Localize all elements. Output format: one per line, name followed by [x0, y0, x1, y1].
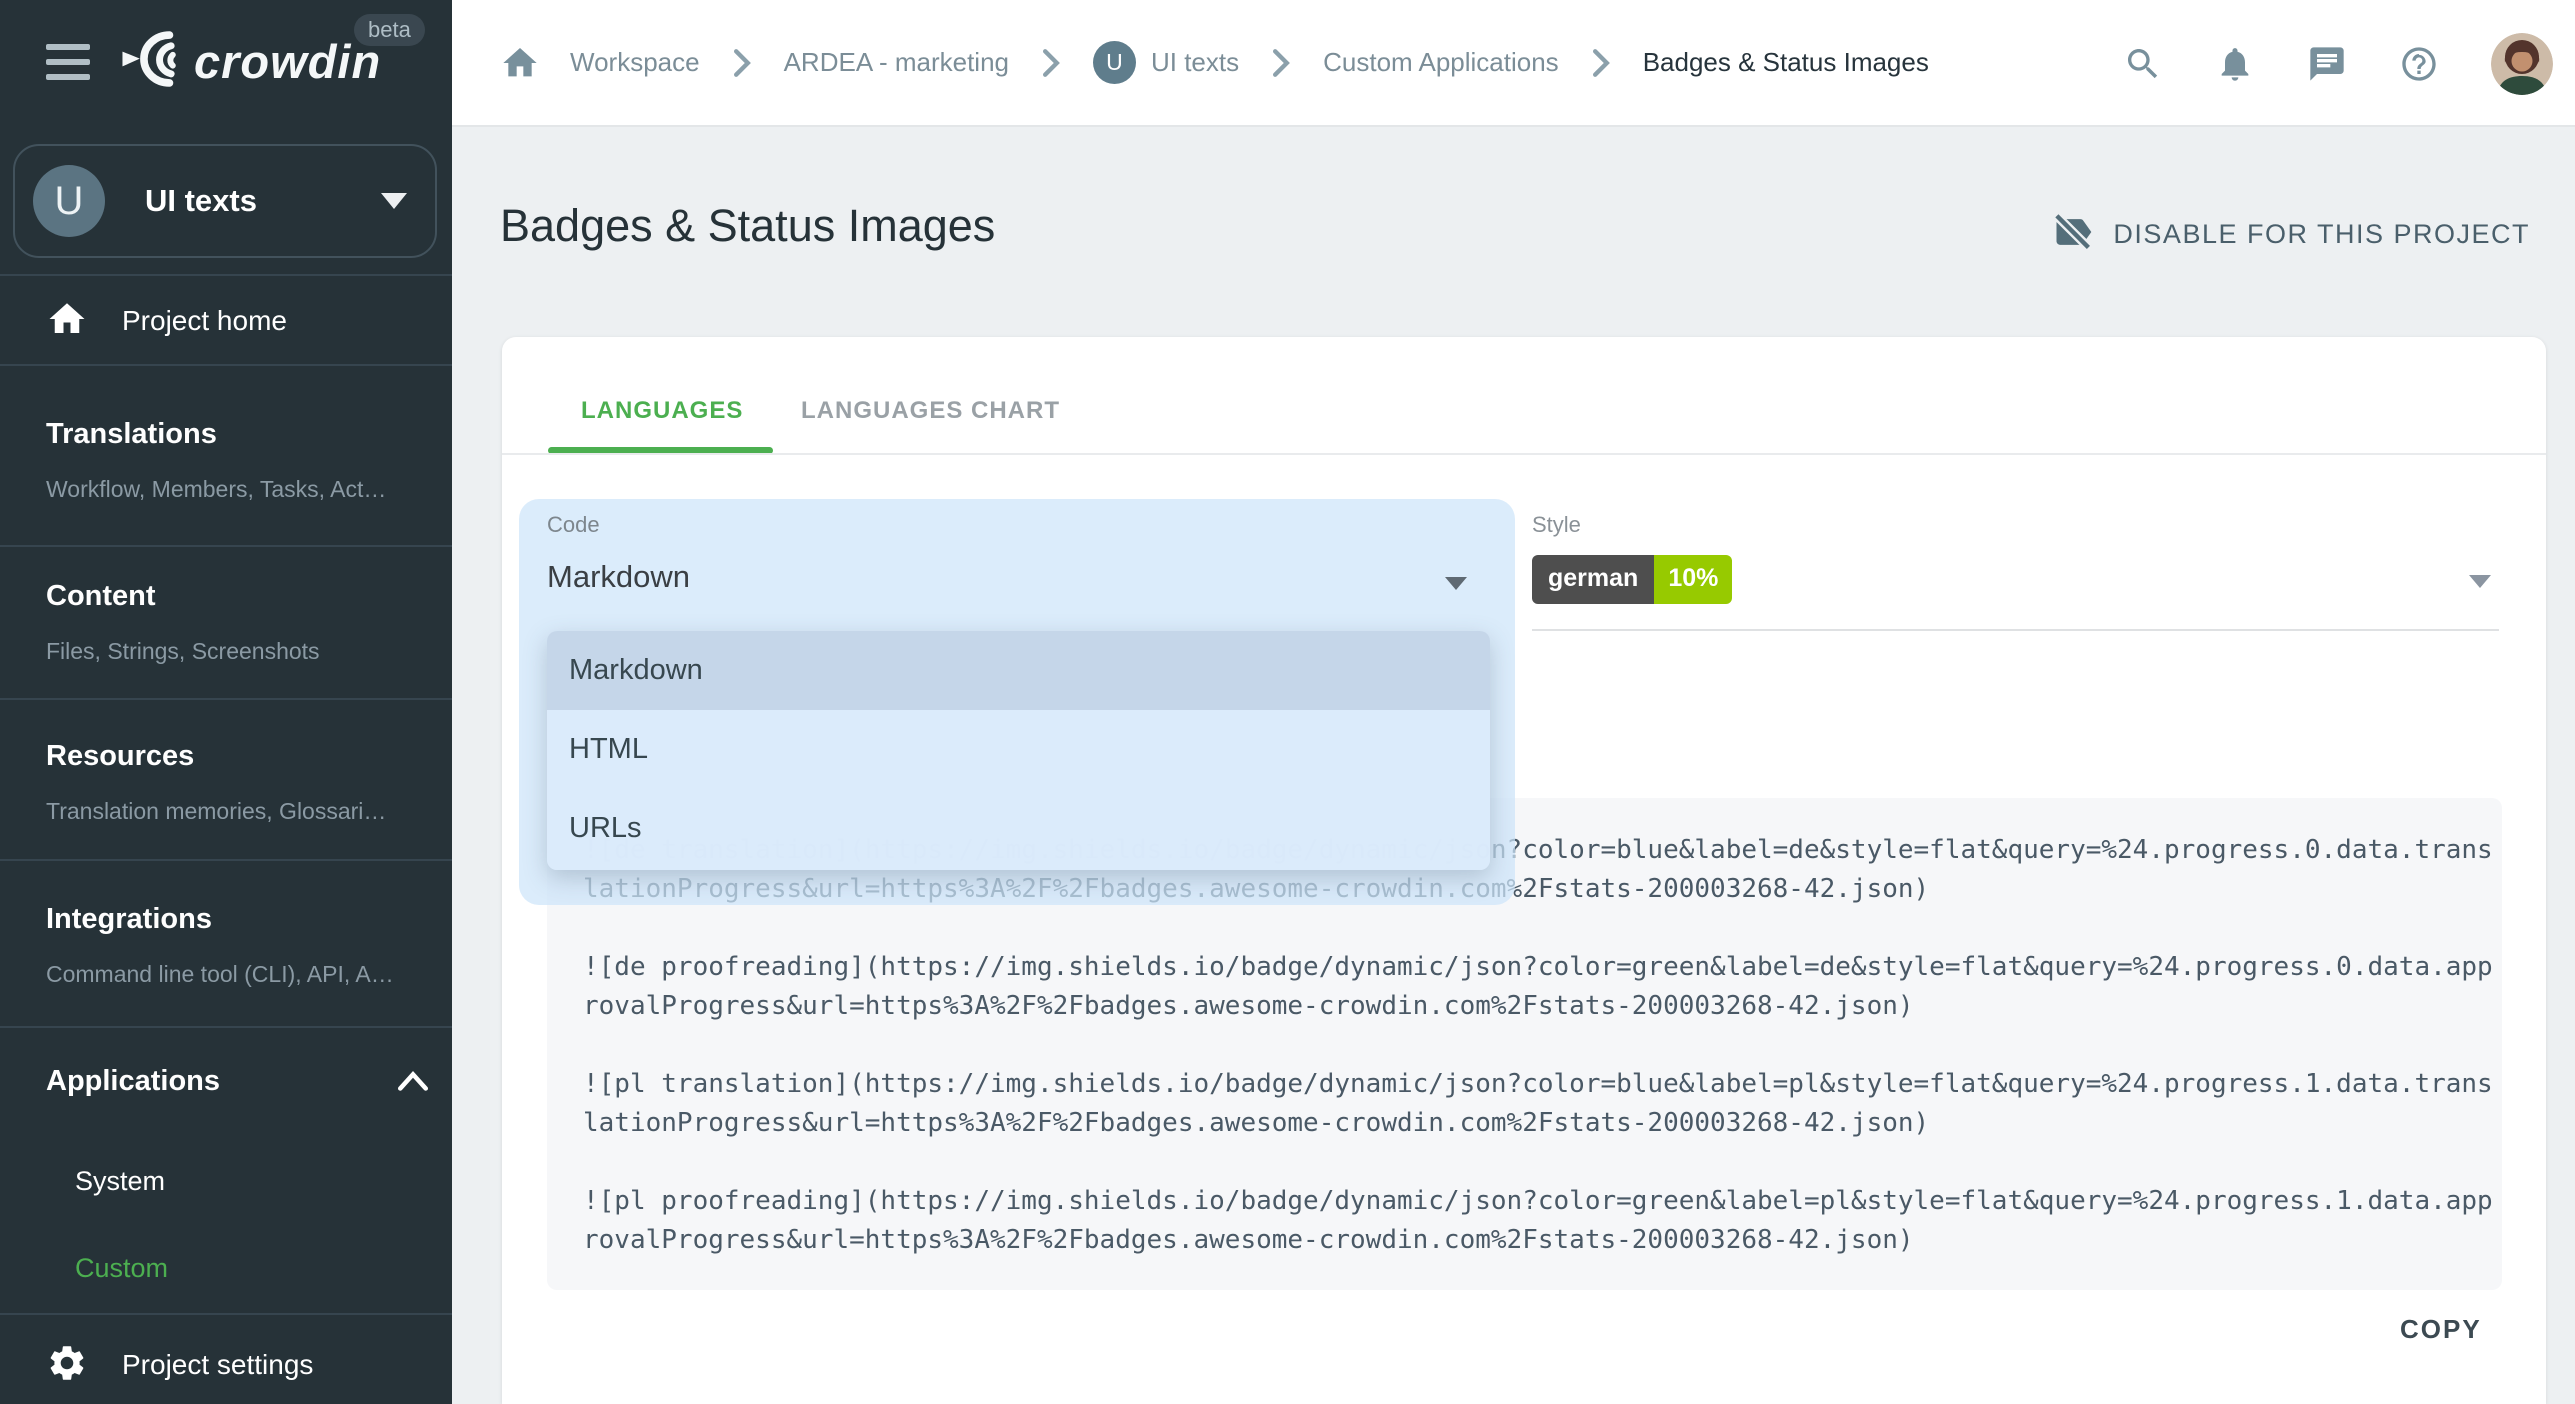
- section-title: Applications: [46, 1065, 426, 1098]
- disable-for-project-button[interactable]: DISABLE FOR THIS PROJECT: [2051, 210, 2530, 259]
- sidebar-item-content[interactable]: Content Files, Strings, Screenshots: [46, 580, 426, 665]
- sidebar: crowdin beta U UI texts Project home Tra…: [0, 0, 452, 1404]
- section-subtitle: Translation memories, Glossari…: [46, 798, 426, 825]
- gear-icon: [46, 1342, 88, 1389]
- divider: [0, 545, 452, 547]
- sidebar-item-applications[interactable]: Applications: [46, 1065, 426, 1098]
- section-subtitle: Command line tool (CLI), API, A…: [46, 961, 426, 988]
- sidebar-item-translations[interactable]: Translations Workflow, Members, Tasks, A…: [46, 418, 426, 503]
- crowdin-logo-icon: [120, 30, 186, 93]
- dropdown-option-html[interactable]: HTML: [547, 710, 1490, 789]
- snippet-pl-translation: ![pl translation](https://img.shields.io…: [583, 1065, 2466, 1143]
- style-badge-preview: german 10%: [1532, 555, 1732, 604]
- label-off-icon: [2051, 210, 2095, 259]
- badge-language-label: german: [1532, 555, 1654, 604]
- beta-badge: beta: [354, 14, 425, 46]
- tab-languages[interactable]: LANGUAGES: [581, 397, 743, 425]
- chevron-right-icon: [1039, 48, 1063, 78]
- topbar-actions: [2123, 0, 2553, 127]
- breadcrumb-item-current: Badges & Status Images: [1643, 47, 1929, 78]
- section-title: Integrations: [46, 903, 426, 936]
- chevron-down-icon: [2469, 575, 2491, 588]
- notifications-bell-icon[interactable]: [2215, 44, 2255, 84]
- search-icon[interactable]: [2123, 44, 2163, 84]
- crowdin-logo-text: crowdin: [194, 34, 381, 89]
- section-subtitle: Files, Strings, Screenshots: [46, 638, 426, 665]
- sidebar-item-project-home[interactable]: Project home: [0, 286, 452, 356]
- tab-languages-chart[interactable]: LANGUAGES CHART: [801, 397, 1060, 425]
- divider: [0, 274, 452, 276]
- crowdin-logo[interactable]: crowdin: [120, 30, 381, 93]
- project-name: UI texts: [145, 183, 381, 219]
- section-title: Content: [46, 580, 426, 613]
- project-selector[interactable]: U UI texts: [13, 144, 437, 258]
- section-title: Translations: [46, 418, 426, 451]
- select-underline: [1532, 629, 2499, 631]
- snippet-pl-proofreading: ![pl proofreading](https://img.shields.i…: [583, 1182, 2466, 1260]
- topbar: Workspace ARDEA - marketing U UI texts C…: [452, 0, 2575, 127]
- sidebar-item-label: Project home: [122, 305, 287, 337]
- sidebar-item-label: Project settings: [122, 1349, 313, 1381]
- chevron-down-icon: [381, 193, 407, 209]
- divider: [0, 1026, 452, 1028]
- user-avatar[interactable]: [2491, 33, 2553, 95]
- chevron-down-icon: [1445, 577, 1467, 590]
- chevron-up-icon[interactable]: [396, 1068, 430, 1097]
- breadcrumb-item-project-group[interactable]: ARDEA - marketing: [784, 47, 1009, 78]
- help-icon[interactable]: [2399, 44, 2439, 84]
- app-window: crowdin beta U UI texts Project home Tra…: [0, 0, 2575, 1404]
- sidebar-item-resources[interactable]: Resources Translation memories, Glossari…: [46, 740, 426, 825]
- dropdown-option-urls[interactable]: URLs: [547, 789, 1490, 868]
- breadcrumb-item-custom-applications[interactable]: Custom Applications: [1323, 47, 1559, 78]
- home-icon[interactable]: [500, 43, 540, 83]
- home-icon: [46, 298, 88, 345]
- menu-icon[interactable]: [46, 44, 90, 84]
- breadcrumb-item-project[interactable]: UI texts: [1151, 47, 1239, 78]
- code-select-label: Code: [547, 512, 600, 538]
- style-select[interactable]: german 10%: [1532, 553, 2499, 609]
- sidebar-item-integrations[interactable]: Integrations Command line tool (CLI), AP…: [46, 903, 426, 988]
- chevron-right-icon: [1589, 48, 1613, 78]
- project-avatar: U: [33, 165, 105, 237]
- divider: [0, 1313, 452, 1315]
- style-select-label: Style: [1532, 512, 1581, 538]
- badge-progress-value: 10%: [1654, 555, 1732, 604]
- disable-button-label: DISABLE FOR THIS PROJECT: [2113, 219, 2530, 250]
- section-title: Resources: [46, 740, 426, 773]
- snippet-line: rovalProgress&url=https%3A%2F%2Fbadges.a…: [583, 1225, 1914, 1255]
- dropdown-option-markdown[interactable]: Markdown: [547, 631, 1490, 710]
- snippet-line: ![pl proofreading](https://img.shields.i…: [583, 1186, 2493, 1216]
- breadcrumb-project-avatar: U: [1093, 41, 1136, 84]
- snippet-line: ![pl translation](https://img.shields.io…: [583, 1069, 2493, 1099]
- sidebar-item-custom[interactable]: Custom: [75, 1253, 168, 1284]
- snippet-line: rovalProgress&url=https%3A%2F%2Fbadges.a…: [583, 991, 1914, 1021]
- chevron-right-icon: [730, 48, 754, 78]
- snippet-line: lationProgress&url=https%3A%2F%2Fbadges.…: [583, 1108, 1929, 1138]
- chevron-right-icon: [1269, 48, 1293, 78]
- code-select-value: Markdown: [547, 559, 690, 595]
- divider: [0, 698, 452, 700]
- copy-button[interactable]: COPY: [2400, 1314, 2482, 1345]
- sidebar-item-system[interactable]: System: [75, 1166, 165, 1197]
- divider: [0, 859, 452, 861]
- snippet-de-proofreading: ![de proofreading](https://img.shields.i…: [583, 948, 2466, 1026]
- section-subtitle: Workflow, Members, Tasks, Act…: [46, 476, 426, 503]
- sidebar-item-project-settings[interactable]: Project settings: [0, 1330, 452, 1400]
- chat-icon[interactable]: [2307, 44, 2347, 84]
- snippet-line: ![de proofreading](https://img.shields.i…: [583, 952, 2493, 982]
- breadcrumb: Workspace ARDEA - marketing U UI texts C…: [500, 41, 1929, 84]
- code-select-dropdown: Markdown HTML URLs: [547, 631, 1490, 870]
- breadcrumb-item-workspace[interactable]: Workspace: [570, 47, 700, 78]
- page-title: Badges & Status Images: [500, 200, 995, 252]
- divider: [0, 364, 452, 366]
- divider: [502, 453, 2546, 455]
